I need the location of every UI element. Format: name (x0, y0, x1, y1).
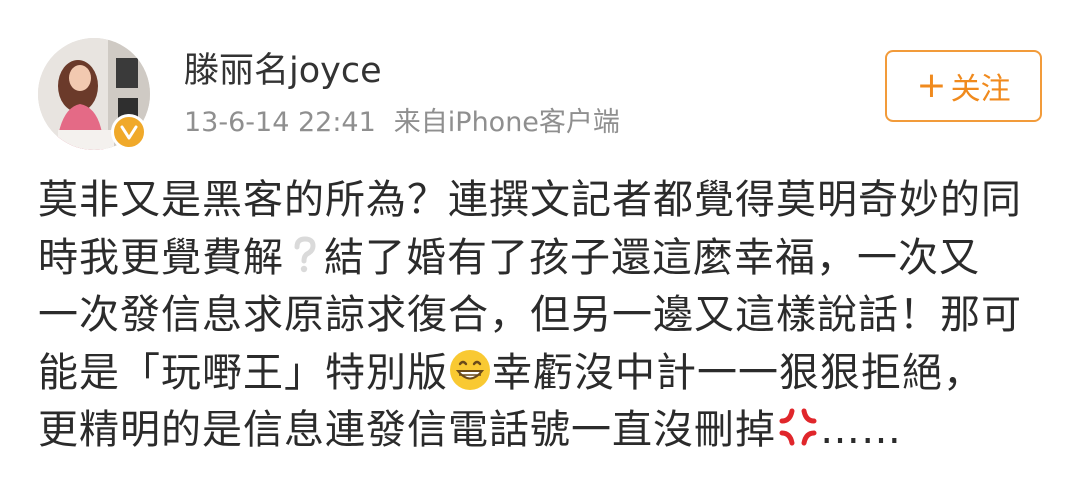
white-question-mark-icon (284, 233, 324, 294)
post-source[interactable]: 来自iPhone客户端 (394, 107, 620, 138)
post-text: 能是「玩嘢王」特別版 (38, 349, 448, 396)
post-meta: 13-6-14 22:41 来自iPhone客户端 (184, 105, 620, 141)
verified-badge-icon (111, 114, 147, 150)
post-line: 更精明的是信息連發信電話號一直沒刪掉 …… (38, 402, 1053, 460)
post-line: 時我更覺費解 結了婚有了孩子還這麼幸福，一次又 (38, 230, 1053, 288)
follow-button[interactable]: + 关注 (885, 50, 1042, 122)
post-text: …… (820, 407, 902, 453)
post-text: 幸虧沒中計一一狠狠拒絕， (492, 349, 984, 396)
weibo-post: 滕丽名joyce 13-6-14 22:41 来自iPhone客户端 + 关注 莫非… (0, 0, 1080, 488)
post-content: 莫非又是黑客的所為？連撰文記者都覺得莫明奇妙的同 時我更覺費解 結了婚有了孩子還這… (38, 172, 1053, 460)
post-line: 莫非又是黑客的所為？連撰文記者都覺得莫明奇妙的同 (38, 177, 1022, 223)
post-text: 更精明的是信息連發信電話號一直沒刪掉 (38, 407, 776, 453)
follow-label: 关注 (950, 72, 1011, 107)
post-text: 時我更覺費解 (38, 234, 284, 281)
post-line: 一次發信息求原諒求復合，但另一邊又這樣說話！那可 (38, 292, 1022, 338)
post-timestamp: 13-6-14 22:41 (184, 107, 376, 138)
username[interactable]: 滕丽名joyce (184, 50, 382, 92)
anger-symbol-emoji (776, 405, 820, 466)
post-text: 結了婚有了孩子還這麼幸福，一次又 (324, 234, 980, 281)
post-line: 能是「玩嘢王」特別版 幸虧沒中計一一狠狠拒絕， (38, 345, 1053, 403)
grinning-face-emoji (448, 348, 492, 409)
plus-icon: + (916, 65, 947, 106)
